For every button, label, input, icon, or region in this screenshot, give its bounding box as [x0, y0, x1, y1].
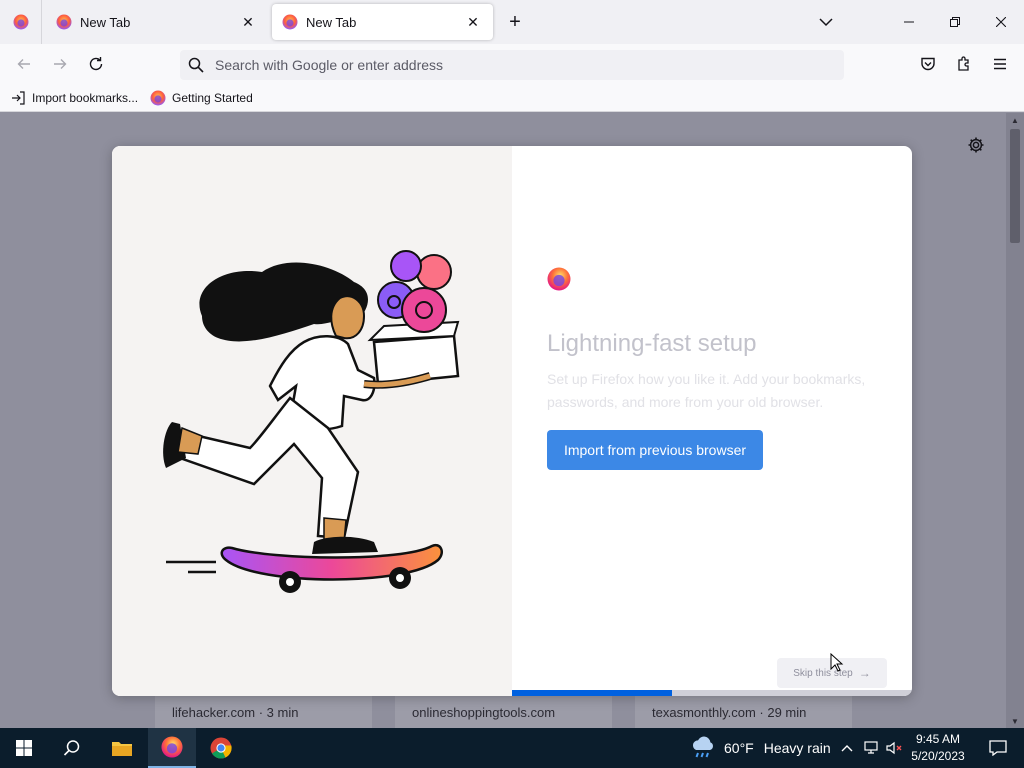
chevron-up-icon: [841, 745, 853, 752]
clock-time: 9:45 AM: [915, 732, 961, 746]
tab-strip: New Tab ✕ New Tab ✕ +: [0, 0, 1024, 44]
extensions-button[interactable]: [948, 48, 980, 80]
onboarding-content: Lightning-fast setup Set up Firefox how …: [512, 146, 912, 696]
new-tab-button[interactable]: +: [503, 10, 527, 34]
restore-button[interactable]: [932, 0, 978, 44]
folder-icon: [112, 742, 132, 756]
search-icon: [188, 56, 206, 74]
close-icon: [996, 17, 1006, 27]
onboarding-progress-fill: [512, 690, 672, 696]
top-site-label: texasmonthly.com · 29 min: [652, 705, 807, 720]
weather-temperature: 60°F: [724, 740, 754, 756]
show-hidden-icons-button[interactable]: [838, 728, 856, 768]
firefox-icon: [282, 14, 298, 30]
chevron-down-icon: [819, 18, 833, 27]
restore-icon: [950, 17, 960, 27]
chrome-icon: [210, 737, 232, 759]
address-input[interactable]: [215, 57, 815, 73]
bookmark-label: Import bookmarks...: [32, 90, 139, 105]
top-site-label: onlineshoppingtools.com: [412, 705, 556, 720]
reload-icon: [89, 57, 103, 71]
bookmark-label: Getting Started: [172, 90, 253, 105]
onboarding-illustration: [112, 146, 512, 696]
new-tab-page: lifehacker.com · 3 min onlineshoppingtoo…: [0, 113, 1024, 728]
firefox-icon: [13, 14, 28, 30]
scrollbar-thumb[interactable]: [1010, 129, 1020, 243]
taskbar-search-button[interactable]: [48, 728, 96, 768]
tab-title: New Tab: [306, 14, 357, 30]
volume-muted-icon: [886, 741, 902, 755]
start-button[interactable]: [0, 728, 48, 768]
notifications-button[interactable]: [978, 728, 1018, 768]
onboarding-subtitle: Set up Firefox how you like it. Add your…: [547, 371, 866, 410]
puzzle-piece-icon: [958, 56, 969, 71]
firefox-logo-icon: [547, 267, 571, 291]
rain-cloud-icon: [692, 736, 713, 758]
gear-icon: [968, 137, 984, 153]
skateboarder-illustration: [163, 250, 460, 593]
network-button[interactable]: [860, 728, 882, 768]
bookmarks-toolbar: Import bookmarks... Getting Started: [0, 84, 1024, 112]
bookmark-import[interactable]: Import bookmarks...: [10, 90, 138, 106]
personalize-button[interactable]: [964, 133, 988, 157]
system-clock[interactable]: 9:45 AM 5/20/2023: [906, 731, 970, 765]
volume-button[interactable]: [884, 728, 906, 768]
notification-icon: [989, 740, 1007, 756]
firefox-view-button[interactable]: [0, 0, 42, 44]
list-all-tabs-button[interactable]: [814, 10, 838, 34]
firefox-icon: [150, 90, 166, 106]
windows-taskbar: 60°F Heavy rain 9:45 AM 5/20/2023: [0, 728, 1024, 768]
page-scrollbar[interactable]: ▲ ▼: [1006, 113, 1024, 728]
scroll-down-arrow-icon[interactable]: ▼: [1006, 714, 1024, 728]
network-icon: [864, 741, 878, 754]
close-tab-icon[interactable]: ✕: [463, 12, 483, 32]
import-from-previous-browser-button[interactable]: Import from previous browser: [547, 430, 763, 470]
tab-new-tab-2[interactable]: New Tab ✕: [272, 4, 493, 40]
navigation-toolbar: [0, 44, 1024, 84]
forward-button[interactable]: [44, 48, 76, 80]
pocket-icon: [921, 57, 935, 71]
app-menu-button[interactable]: [984, 48, 1016, 80]
onboarding-dialog: Lightning-fast setup Set up Firefox how …: [112, 146, 912, 696]
file-explorer-button[interactable]: [98, 728, 146, 768]
clock-date: 5/20/2023: [911, 749, 965, 763]
scroll-up-arrow-icon[interactable]: ▲: [1006, 113, 1024, 127]
address-bar[interactable]: [180, 50, 844, 80]
arrow-right-icon: →: [858, 666, 871, 680]
top-sites: lifehacker.com · 3 min onlineshoppingtoo…: [155, 693, 855, 728]
back-arrow-icon: [17, 59, 30, 69]
windows-logo-icon: [16, 740, 32, 756]
forward-arrow-icon: [54, 59, 67, 69]
chrome-taskbar-button[interactable]: [197, 728, 245, 768]
minimize-button[interactable]: [886, 0, 932, 44]
search-icon: [63, 740, 80, 756]
back-button[interactable]: [8, 48, 40, 80]
firefox-icon: [56, 14, 72, 30]
top-site-tile[interactable]: onlineshoppingtools.com: [395, 693, 612, 728]
save-to-pocket-button[interactable]: [912, 48, 944, 80]
tab-new-tab-1[interactable]: New Tab ✕: [46, 4, 268, 40]
mouse-cursor-icon: [830, 653, 844, 672]
import-icon: [10, 90, 26, 106]
top-site-tile[interactable]: texasmonthly.com · 29 min: [635, 693, 852, 728]
reload-button[interactable]: [80, 48, 112, 80]
weather-condition: Heavy rain: [763, 740, 831, 756]
firefox-icon: [161, 736, 183, 758]
bookmark-getting-started[interactable]: Getting Started: [150, 90, 253, 106]
onboarding-progress: [512, 690, 912, 696]
weather-widget[interactable]: 60°F Heavy rain: [690, 728, 831, 768]
minimize-icon: [904, 21, 914, 23]
tab-title: New Tab: [80, 14, 131, 30]
close-tab-icon[interactable]: ✕: [238, 12, 258, 32]
hamburger-menu-icon: [994, 58, 1006, 70]
top-site-label: lifehacker.com · 3 min: [172, 705, 299, 720]
top-site-tile[interactable]: lifehacker.com · 3 min: [155, 693, 372, 728]
close-window-button[interactable]: [978, 0, 1024, 44]
firefox-taskbar-button[interactable]: [148, 728, 196, 768]
onboarding-title: Lightning-fast setup: [547, 330, 757, 357]
